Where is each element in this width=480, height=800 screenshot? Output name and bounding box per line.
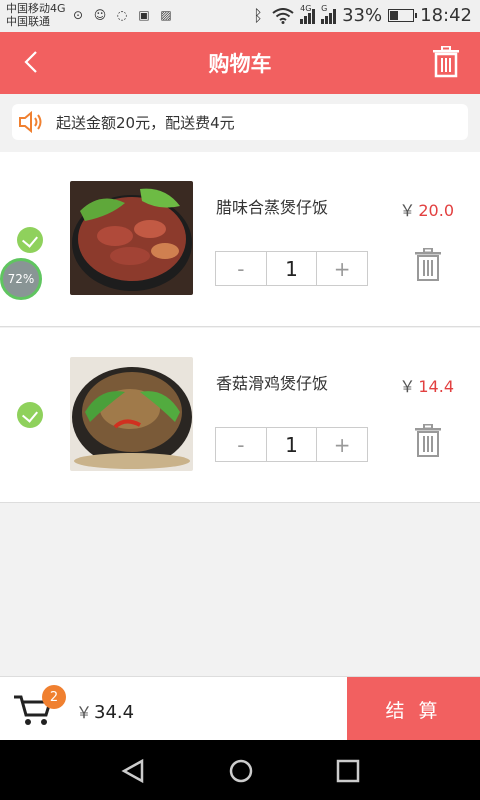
system-nav-bar <box>0 740 480 800</box>
decrease-quantity-button[interactable]: - <box>216 428 266 461</box>
delete-item-trash-icon[interactable] <box>414 248 442 282</box>
checkout-bar: 2 ￥ 34.4 结 算 <box>0 676 480 741</box>
cart-total: ￥ 34.4 <box>76 699 134 723</box>
increase-quantity-button[interactable]: + <box>317 428 367 461</box>
floating-speed-badge[interactable]: 72% <box>0 258 42 300</box>
item-price: ￥ 20.0 <box>399 197 454 221</box>
carrier-info: 中国移动4G 中国联通 <box>6 2 66 28</box>
item-price: ￥ 14.4 <box>399 373 454 397</box>
status-bar: 中国移动4G 中国联通 ⊙ ☺ ◌ ▣ ▨ ᛒ 4G G 33% 18:42 <box>0 0 480 32</box>
app-header: 购物车 <box>0 32 480 94</box>
system-status: ᛒ 4G G 33% 18:42 <box>250 3 472 27</box>
currency-symbol: ￥ <box>399 377 416 396</box>
notification-icons: ⊙ ☺ ◌ ▣ ▨ <box>70 7 174 23</box>
app-icon: ▣ <box>138 8 150 22</box>
wifi-icon <box>272 7 294 24</box>
checkout-button[interactable]: 结 算 <box>347 677 480 741</box>
increase-quantity-button[interactable]: + <box>317 252 367 285</box>
item-name: 腊味合蒸煲仔饭 <box>216 198 329 217</box>
cart-count-badge: 2 <box>42 685 66 709</box>
quantity-stepper: - 1 + <box>215 251 368 286</box>
nav-back-icon[interactable] <box>120 758 146 784</box>
speaker-icon <box>19 111 42 133</box>
location-icon: ⊙ <box>72 8 84 22</box>
network-4g-label: 4G <box>300 3 312 13</box>
currency-symbol: ￥ <box>76 703 93 722</box>
notice-text: 起送金额20元，配送费4元 <box>56 113 235 132</box>
image-icon: ▨ <box>160 8 172 22</box>
nav-recents-icon[interactable] <box>335 758 361 784</box>
decrease-quantity-button[interactable]: - <box>216 252 266 285</box>
clear-cart-trash-icon[interactable] <box>432 46 460 78</box>
item-price-value: 20.0 <box>418 201 454 220</box>
page-title: 购物车 <box>208 52 272 76</box>
delete-item-trash-icon[interactable] <box>414 424 442 458</box>
quantity-value[interactable]: 1 <box>265 428 318 461</box>
cart-total-value: 34.4 <box>94 702 135 723</box>
quantity-stepper: - 1 + <box>215 427 368 462</box>
nav-home-icon[interactable] <box>228 758 254 784</box>
quantity-value[interactable]: 1 <box>265 252 318 285</box>
cart-item: 香菇滑鸡煲仔饭 ￥ 14.4 - 1 + <box>0 328 480 503</box>
carrier-secondary: 中国联通 <box>6 15 50 28</box>
battery-icon <box>388 9 418 22</box>
cart-item: 腊味合蒸煲仔饭 ￥ 20.0 - 1 + <box>0 152 480 327</box>
chat-icon: ◌ <box>116 8 128 22</box>
clock: 18:42 <box>420 5 472 26</box>
item-image <box>70 357 193 471</box>
battery-percent: 33% <box>342 5 383 26</box>
delivery-notice: 起送金额20元，配送费4元 <box>12 104 468 140</box>
bluetooth-icon: ᛒ <box>253 6 263 25</box>
item-select-checkbox[interactable] <box>17 227 43 253</box>
item-select-checkbox[interactable] <box>17 402 43 428</box>
carrier-primary: 中国移动4G <box>6 2 66 15</box>
item-image <box>70 181 193 295</box>
emoji-icon: ☺ <box>93 8 107 22</box>
item-name: 香菇滑鸡煲仔饭 <box>216 374 329 393</box>
network-g-label: G <box>321 3 328 13</box>
currency-symbol: ￥ <box>399 201 416 220</box>
item-price-value: 14.4 <box>418 377 454 396</box>
